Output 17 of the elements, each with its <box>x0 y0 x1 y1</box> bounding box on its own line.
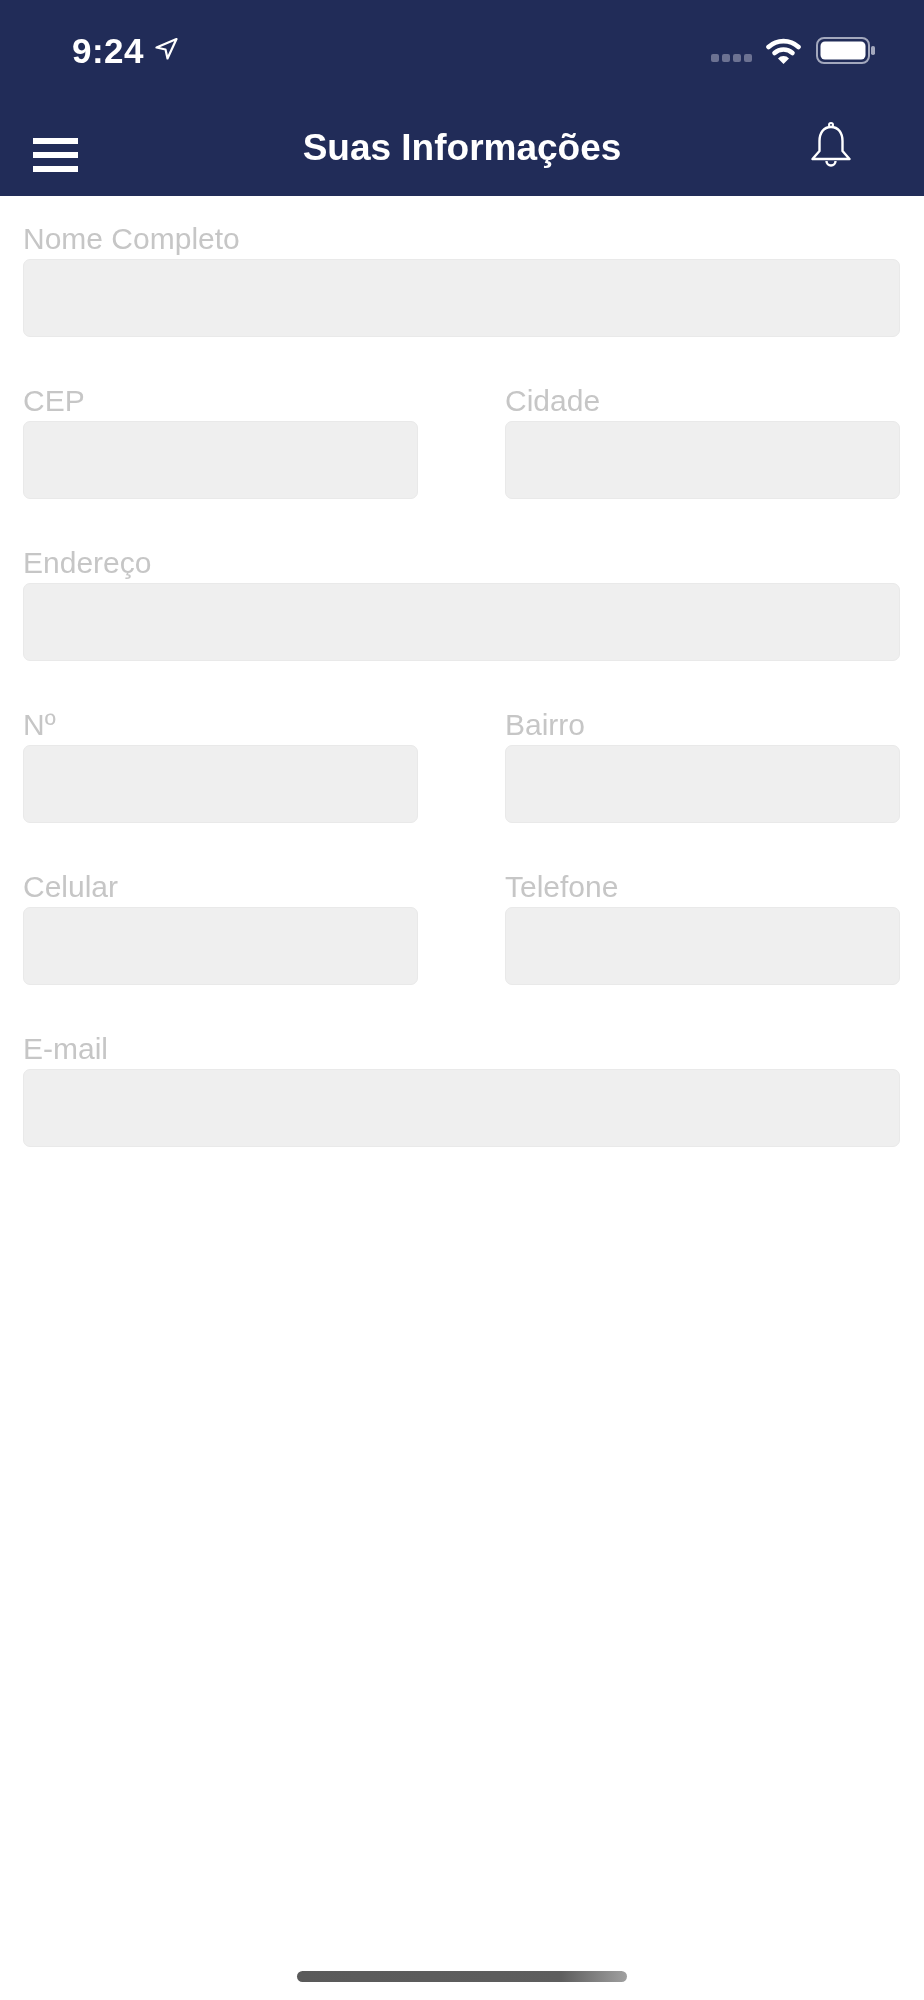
field-label: Cidade <box>505 383 602 419</box>
battery-icon <box>816 36 875 64</box>
field-label: E-mail <box>23 1031 109 1067</box>
wifi-icon <box>766 36 801 64</box>
field-label: Nº <box>23 707 57 743</box>
status-time: 9:24 <box>72 32 145 68</box>
signal-icon <box>711 54 752 62</box>
menu-icon[interactable] <box>33 138 78 172</box>
page-title: Suas Informações <box>302 127 622 169</box>
field-label: Nome Completo <box>23 221 241 257</box>
field-label: CEP <box>23 383 86 419</box>
field-label: Endereço <box>23 545 153 581</box>
field-label: Telefone <box>505 869 620 905</box>
bell-icon[interactable] <box>810 122 852 168</box>
field-label: Bairro <box>505 707 587 743</box>
location-arrow-icon <box>155 38 179 60</box>
field-label: Celular <box>23 869 120 905</box>
